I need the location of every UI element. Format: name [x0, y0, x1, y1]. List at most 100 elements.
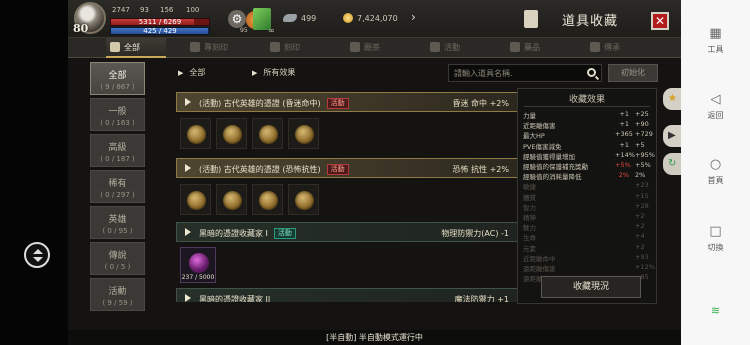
wifi-icon: ≋: [710, 304, 721, 317]
collection-group-header[interactable]: (活動) 古代英雄的憑證 (昏迷命中) 活動 昏迷 命中 +2%: [176, 92, 518, 112]
grade-item-legend[interactable]: 傳說 ( 0 / 5 ): [90, 242, 145, 275]
item-slot[interactable]: 237 / 5000: [180, 247, 216, 283]
grade-item-all[interactable]: 全部 ( 9 / 867 ): [90, 62, 145, 95]
expand-arrow-icon: [185, 294, 191, 302]
effect-name: 近距離命中: [523, 254, 556, 263]
grid-icon: ▦: [709, 26, 722, 41]
item-slot[interactable]: [252, 118, 283, 149]
effect-max: +93: [635, 252, 649, 261]
collection-effect: 恐怖 抗性 +2%: [452, 165, 509, 174]
refresh-icon[interactable]: ↻: [663, 153, 681, 175]
close-icon[interactable]: ✕: [651, 12, 669, 30]
grade-item-hero[interactable]: 英雄 ( 0 / 95 ): [90, 206, 145, 239]
grade-name: 傳說: [108, 251, 127, 261]
grade-count: ( 0 / 163 ): [100, 119, 135, 127]
effect-name: 力量: [523, 112, 536, 120]
collection-group-header[interactable]: 黑暗的憑證收藏家 I 活動 物理防禦力(AC) -1: [176, 222, 518, 242]
tab-icon: [430, 42, 440, 52]
effect-name: 經驗值的保護補充獎勵: [523, 163, 588, 171]
breadcrumb-label: 全部: [189, 68, 206, 77]
stat-value: 156: [160, 6, 174, 14]
tab-special-imprint[interactable]: 專刻印: [186, 38, 246, 58]
effect-row: 敏捷 +23: [523, 181, 653, 191]
effect-max: +2: [635, 222, 645, 231]
home-button[interactable]: ○ 首頁: [681, 157, 750, 186]
tools-button[interactable]: ▦ 工具: [681, 26, 750, 55]
collection-effect: 魔法防禦力 +1: [454, 295, 509, 302]
item-slot[interactable]: [180, 118, 211, 149]
effect-name: 經驗值獲得量增加: [523, 152, 575, 161]
effect-max: +12%: [635, 263, 655, 271]
tab-wish[interactable]: 願茶: [346, 38, 406, 58]
effect-row: 遠距離傷害 +12%: [523, 263, 655, 273]
auto-mode-status: [半自動] 半自動模式運行中: [68, 330, 681, 345]
event-badge: 活動: [273, 228, 296, 239]
breadcrumb-all[interactable]: ▶ 全部: [178, 67, 205, 78]
chevron-right-icon[interactable]: ›: [411, 10, 416, 24]
collection-status-button[interactable]: 收藏現況: [541, 276, 641, 298]
grade-count: ( 0 / 187 ): [100, 155, 135, 163]
tab-legacy[interactable]: 傳承: [586, 38, 646, 58]
effect-name: 智力: [523, 203, 536, 212]
reset-button[interactable]: 初始化: [608, 64, 658, 82]
breadcrumb-label: 所有效果: [263, 68, 296, 77]
divider: [524, 106, 650, 107]
scroll-toggle-icon[interactable]: [24, 242, 50, 268]
favorite-star-icon[interactable]: ★: [663, 88, 681, 110]
gear-badge: 95: [240, 27, 248, 34]
category-tabs: 全部 專刻印 刻印 願茶 活動 藥品 傳承: [68, 38, 681, 58]
gear-icon[interactable]: ⚙: [228, 10, 246, 28]
effect-row: 生命 +4: [523, 232, 653, 242]
switch-button[interactable]: □ 切換: [681, 224, 750, 253]
effect-row: 元素 +2: [523, 243, 653, 253]
grade-item-event[interactable]: 活動 ( 9 / 59 ): [90, 278, 145, 311]
medal-icon: [295, 191, 314, 210]
grade-item-rare[interactable]: 稀有 ( 0 / 297 ): [90, 170, 145, 203]
hp-bar: 5311 / 6269: [110, 18, 210, 26]
home-circle-icon: ○: [709, 157, 722, 172]
effect-current: +14%: [615, 150, 635, 159]
item-slot[interactable]: [288, 118, 319, 149]
collection-effects-panel: 收藏效果 力量 +1 +25 近距離傷害 +1 +90 最大HP +365 +729 PVE傷害減…: [517, 88, 657, 304]
search-input[interactable]: [449, 65, 579, 81]
medal-icon: [295, 125, 314, 144]
tab-label: 活動: [444, 43, 460, 52]
effect-name: 精神: [523, 214, 536, 222]
effect-name: 元素: [523, 244, 536, 253]
collection-name: (活動) 古代英雄的憑證 (昏迷命中): [199, 99, 321, 108]
collection-slots: [176, 116, 518, 152]
effect-row: 近距離命中 +93: [523, 253, 653, 263]
item-slot[interactable]: [180, 184, 211, 215]
side-label: 返回: [707, 111, 724, 120]
medal-icon: [187, 191, 206, 210]
medal-icon: [187, 125, 206, 144]
tab-event[interactable]: 活動: [426, 38, 486, 58]
breadcrumb-effect-filter[interactable]: ▶ 所有效果: [252, 67, 295, 78]
play-arrow-icon[interactable]: ▶: [663, 125, 681, 147]
grade-name: 活動: [108, 287, 127, 297]
grade-item-common[interactable]: 一般 ( 0 / 163 ): [90, 98, 145, 131]
item-slot[interactable]: [216, 118, 247, 149]
back-button[interactable]: ◁ 返回: [681, 92, 750, 121]
item-slot[interactable]: [252, 184, 283, 215]
item-slot[interactable]: [216, 184, 247, 215]
chevron-right-icon: ▶: [252, 69, 258, 77]
grade-item-advanced[interactable]: 高級 ( 0 / 187 ): [90, 134, 145, 167]
tab-imprint[interactable]: 刻印: [266, 38, 326, 58]
effect-current: +1: [619, 140, 629, 149]
effect-row: 最大HP +365 +729: [523, 130, 653, 140]
medal-icon: [223, 125, 242, 144]
search-icon[interactable]: [587, 68, 596, 77]
game-window: 80 2747 93 156 100 5311 / 6269 425 / 429…: [68, 0, 681, 345]
grade-name: 英雄: [108, 215, 127, 225]
expand-arrow-icon: [185, 164, 191, 172]
event-badge: 活動: [326, 164, 349, 175]
effect-max: +28: [635, 201, 649, 210]
effect-name: 魅力: [523, 224, 536, 233]
tab-all[interactable]: 全部: [106, 38, 166, 58]
item-slot[interactable]: [288, 184, 319, 215]
tab-potion[interactable]: 藥品: [506, 38, 566, 58]
collection-group-header[interactable]: 黑暗的憑證收藏家 II 魔法防禦力 +1: [176, 288, 518, 302]
collection-group-header[interactable]: (活動) 古代英雄的憑證 (恐怖抗性) 活動 恐怖 抗性 +2%: [176, 158, 518, 178]
hp-text: 5311 / 6269: [138, 18, 182, 26]
